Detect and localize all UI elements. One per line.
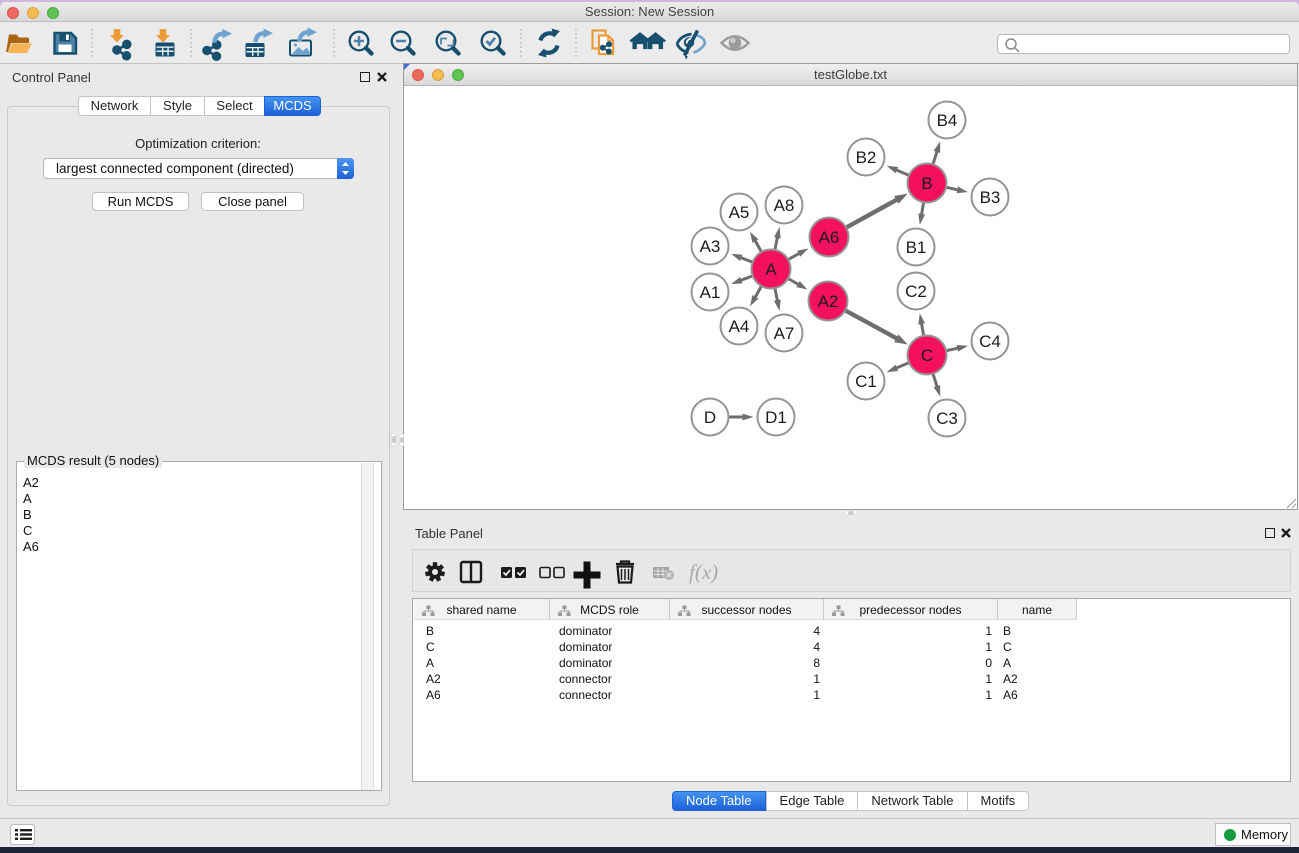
svg-text:A7: A7 bbox=[774, 324, 795, 343]
svg-text:D: D bbox=[704, 408, 716, 427]
svg-text:C: C bbox=[921, 346, 933, 365]
svg-text:A6: A6 bbox=[819, 228, 840, 247]
svg-text:D1: D1 bbox=[765, 408, 787, 427]
svg-text:A: A bbox=[765, 260, 777, 279]
svg-text:A2: A2 bbox=[818, 292, 839, 311]
svg-text:f(x): f(x) bbox=[689, 560, 718, 584]
svg-text:A4: A4 bbox=[729, 317, 750, 336]
svg-text:B4: B4 bbox=[937, 111, 958, 130]
svg-text:B1: B1 bbox=[906, 238, 927, 257]
svg-text:C3: C3 bbox=[936, 409, 958, 428]
svg-text:C4: C4 bbox=[979, 332, 1001, 351]
svg-text:A1: A1 bbox=[700, 283, 721, 302]
svg-text:A3: A3 bbox=[700, 237, 721, 256]
svg-text:C2: C2 bbox=[905, 282, 927, 301]
svg-text:B3: B3 bbox=[980, 188, 1001, 207]
svg-text:B: B bbox=[921, 174, 932, 193]
svg-text:A8: A8 bbox=[774, 196, 795, 215]
svg-text:B2: B2 bbox=[856, 148, 877, 167]
svg-text:A5: A5 bbox=[729, 203, 750, 222]
svg-text:C1: C1 bbox=[855, 372, 877, 391]
